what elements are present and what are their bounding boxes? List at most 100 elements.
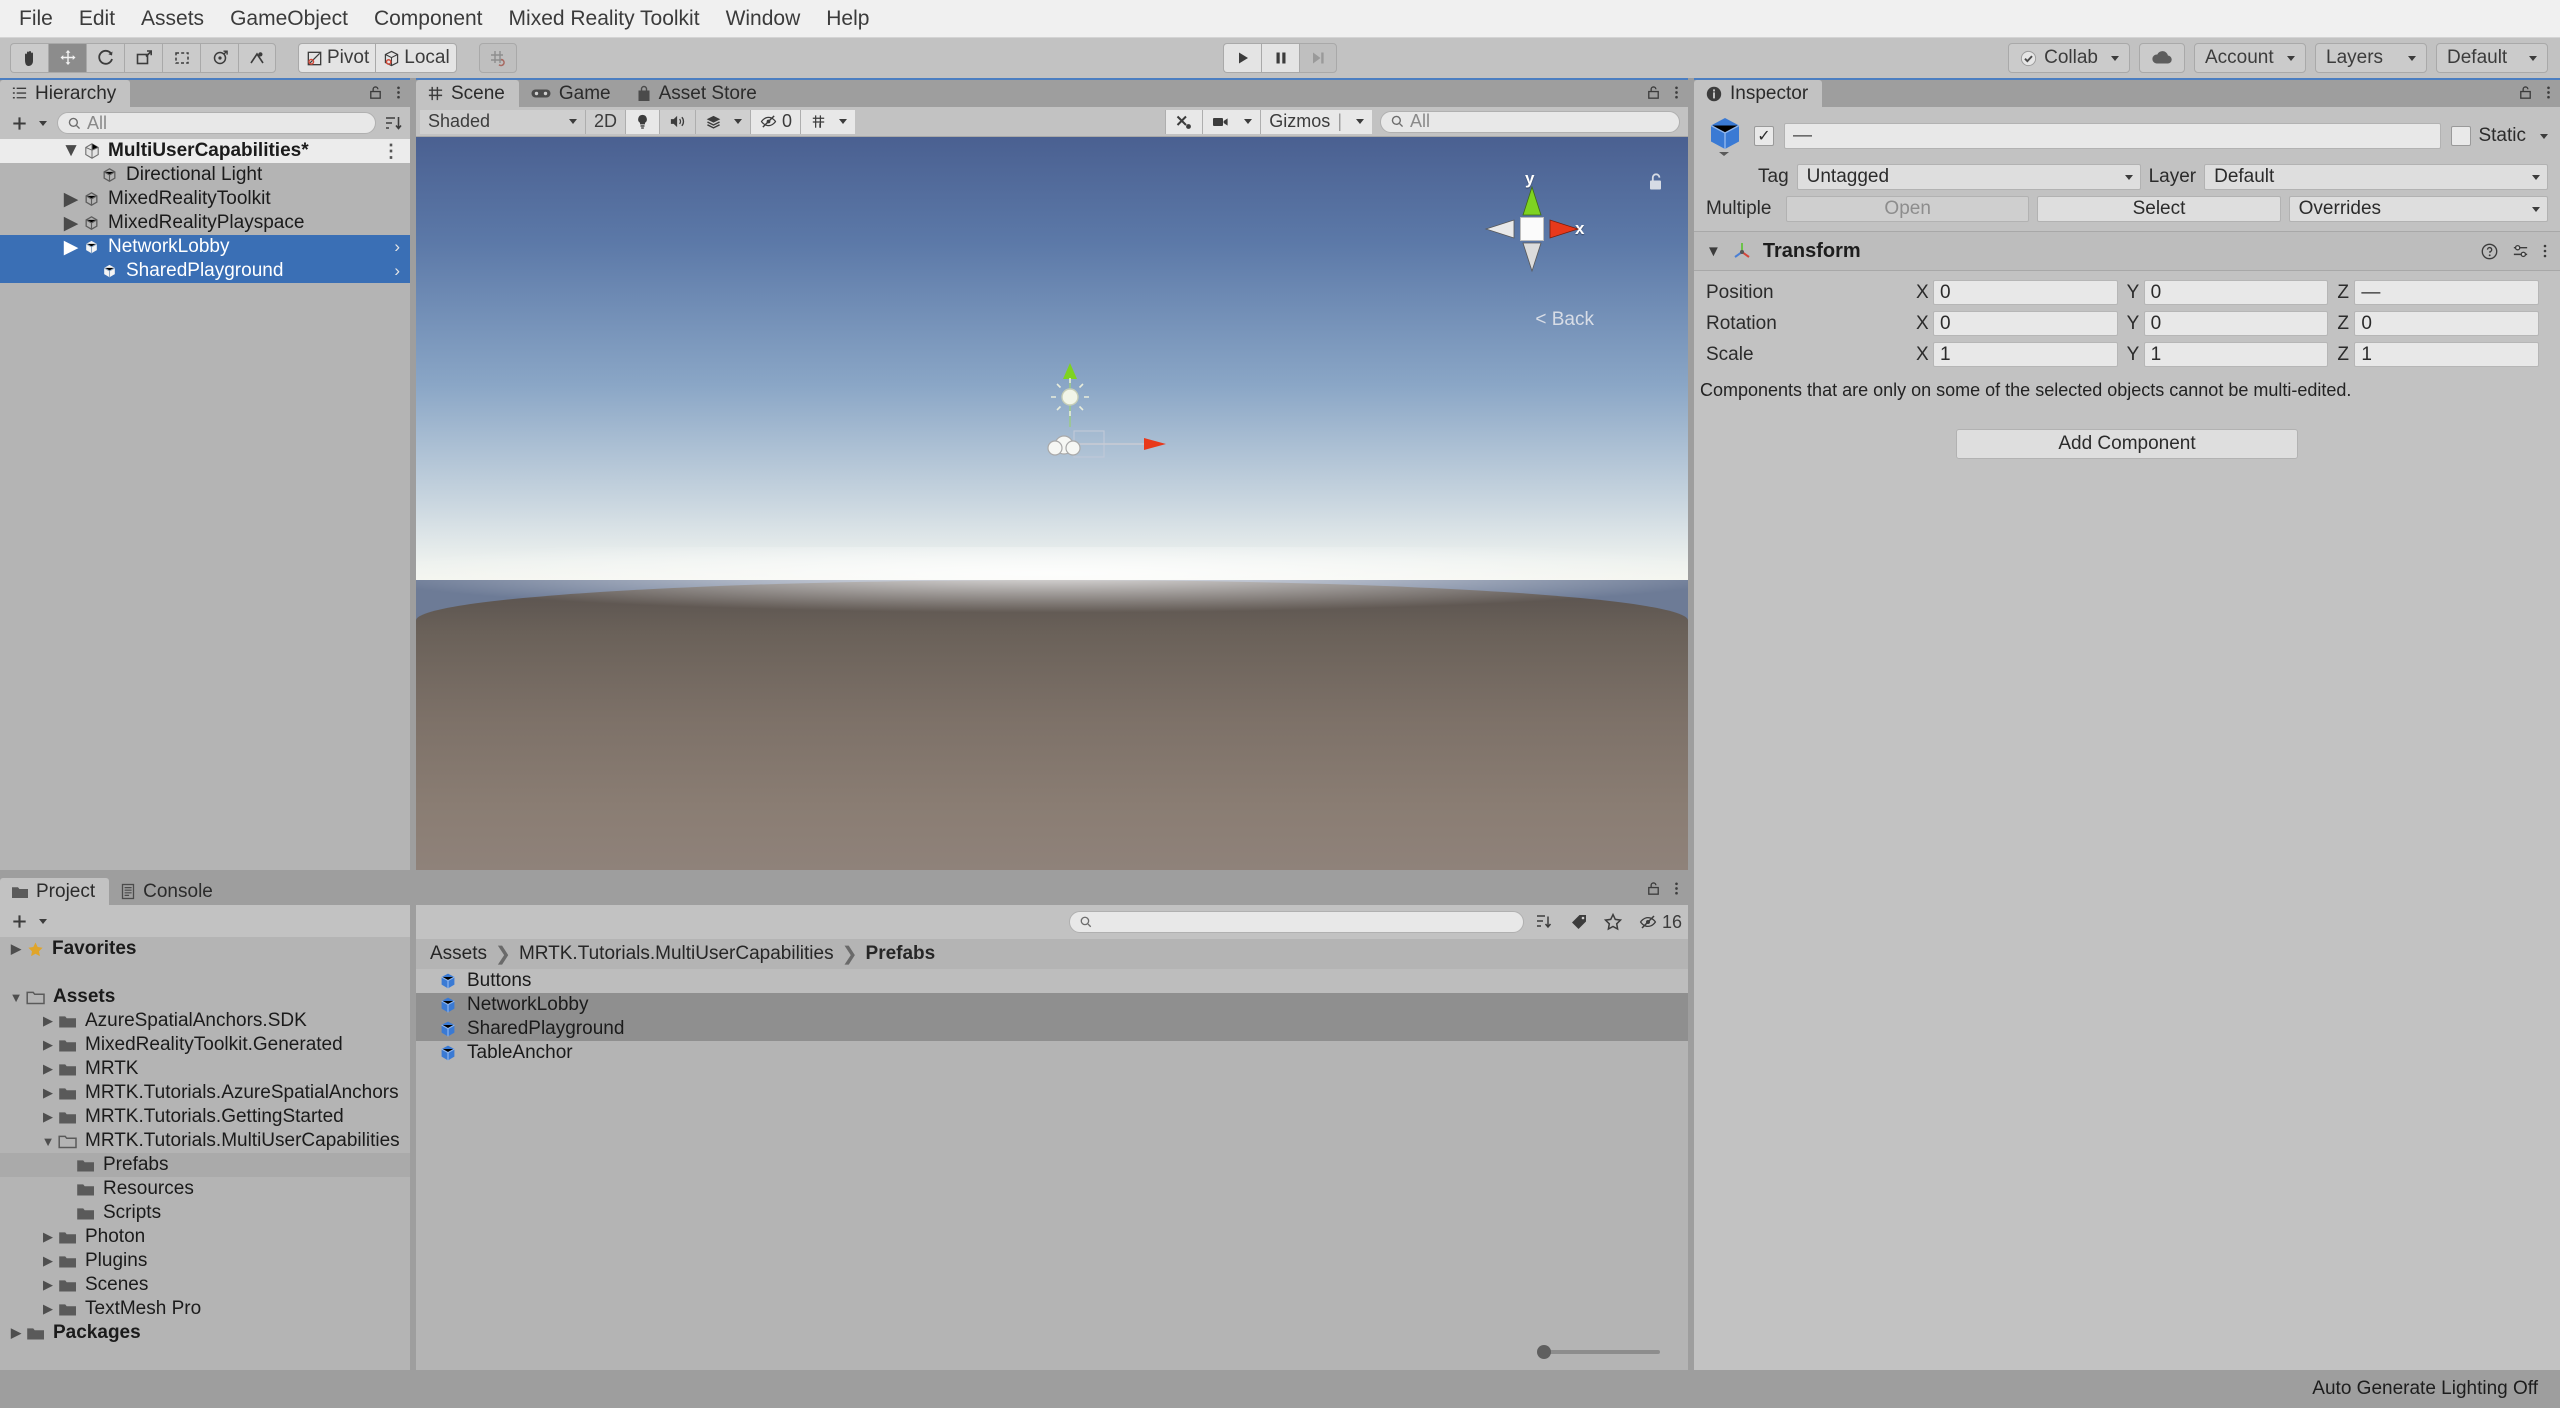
scene-orientation-gizmo[interactable]: y x — [1468, 169, 1596, 293]
overrides-dropdown[interactable]: Overrides — [2288, 196, 2548, 222]
static-checkbox[interactable] — [2451, 126, 2472, 146]
disclosure-expanded-icon[interactable]: ▼ — [38, 1134, 58, 1149]
scene-tools-button[interactable] — [1165, 109, 1203, 134]
disclosure-collapsed-icon[interactable]: ▶ — [38, 1253, 58, 1269]
scene-viewport[interactable]: y x < Back — [416, 137, 1688, 870]
breadcrumb-folder[interactable]: MRTK.Tutorials.MultiUserCapabilities — [519, 943, 834, 965]
menu-help[interactable]: Help — [813, 5, 882, 32]
asset-row-networklobby[interactable]: NetworkLobby — [416, 993, 1688, 1017]
rotation-z-input[interactable]: 0 — [2354, 311, 2540, 336]
tab-project[interactable]: Project — [0, 878, 110, 905]
account-button[interactable]: Account — [2194, 43, 2306, 73]
project-tree-row-assets[interactable]: ▼ Assets — [0, 985, 410, 1009]
gizmo-back-label[interactable]: < Back — [1535, 309, 1594, 331]
disclosure-collapsed-icon[interactable]: ▶ — [38, 1037, 58, 1053]
project-create-button[interactable] — [6, 912, 51, 931]
asset-zoom-slider[interactable] — [1537, 1345, 1660, 1359]
hierarchy-search[interactable] — [57, 112, 376, 134]
hierarchy-search-input[interactable] — [87, 112, 366, 134]
search-by-label-button[interactable] — [1566, 911, 1592, 933]
tag-dropdown[interactable]: Untagged — [1796, 164, 2141, 190]
disclosure-collapsed-icon[interactable]: ▶ — [38, 1229, 58, 1245]
hand-tool-button[interactable] — [10, 43, 48, 73]
lock-icon[interactable] — [2517, 84, 2534, 101]
prefab-enter-chevron-icon[interactable]: › — [394, 261, 400, 281]
project-tree-row-mrtk-tutorials-azurespatialanchors[interactable]: ▶ MRTK.Tutorials.AzureSpatialAnchors — [0, 1081, 410, 1105]
custom-editor-tool-button[interactable] — [238, 43, 276, 73]
help-icon[interactable] — [2480, 242, 2499, 261]
scene-lighting-toggle[interactable] — [625, 109, 660, 134]
scene-visibility-toggle[interactable]: 0 — [750, 109, 801, 134]
menu-component[interactable]: Component — [361, 5, 496, 32]
gizmos-dropdown[interactable]: Gizmos | — [1260, 109, 1372, 134]
project-tree-row-textmesh-pro[interactable]: ▶ TextMesh Pro — [0, 1297, 410, 1321]
gizmo-search-input[interactable] — [1410, 111, 1670, 132]
tab-scene[interactable]: Scene — [416, 80, 519, 107]
project-tree-row-mrtk-tutorials-gettingstarted[interactable]: ▶ MRTK.Tutorials.GettingStarted — [0, 1105, 410, 1129]
project-tree-row-scripts[interactable]: Scripts — [0, 1201, 410, 1225]
scene-audio-toggle[interactable] — [659, 109, 696, 134]
scale-tool-button[interactable] — [124, 43, 162, 73]
scale-y-input[interactable]: 1 — [2143, 342, 2329, 367]
hierarchy-row-mixedrealityplayspace[interactable]: ▶ MixedRealityPlayspace — [0, 211, 410, 235]
breadcrumb-current[interactable]: Prefabs — [866, 943, 936, 965]
disclosure-collapsed-icon[interactable]: ▶ — [62, 236, 80, 259]
disclosure-expanded-icon[interactable]: ▼ — [62, 140, 81, 162]
object-name-field[interactable]: — — [1784, 123, 2442, 149]
slider-knob[interactable] — [1537, 1345, 1551, 1359]
disclosure-collapsed-icon[interactable]: ▶ — [38, 1109, 58, 1125]
tab-asset-store[interactable]: Asset Store — [625, 80, 771, 107]
project-folder-tree[interactable]: ▶ Favorites ▼ Assets ▶ AzureSpatialAncho… — [0, 937, 410, 1370]
hierarchy-row-scene[interactable]: ▼ MultiUserCapabilities* ⋮ — [0, 139, 410, 163]
disclosure-collapsed-icon[interactable]: ▶ — [38, 1013, 58, 1029]
menu-edit[interactable]: Edit — [66, 5, 128, 32]
static-toggle[interactable]: Static — [2451, 125, 2548, 147]
component-kebab-icon[interactable] — [2542, 242, 2548, 260]
position-x-input[interactable]: 0 — [1933, 280, 2118, 305]
hierarchy-row-sharedplayground[interactable]: SharedPlayground › — [0, 259, 410, 283]
play-button[interactable] — [1223, 43, 1261, 73]
menu-gameobject[interactable]: GameObject — [217, 5, 361, 32]
rotate-tool-button[interactable] — [86, 43, 124, 73]
project-tree-row-photon[interactable]: ▶ Photon — [0, 1225, 410, 1249]
hierarchy-create-button[interactable] — [6, 114, 51, 133]
cloud-button[interactable] — [2139, 43, 2185, 73]
position-y-input[interactable]: 0 — [2143, 280, 2329, 305]
lock-icon[interactable] — [1645, 84, 1662, 101]
project-search-input[interactable] — [1097, 912, 1514, 932]
prefab-enter-chevron-icon[interactable]: › — [394, 237, 400, 257]
move-handle-gizmo[interactable] — [1028, 415, 1168, 487]
transform-tool-button[interactable] — [200, 43, 238, 73]
lock-icon[interactable] — [1645, 880, 1662, 897]
tab-hierarchy[interactable]: Hierarchy — [0, 80, 131, 107]
tab-game[interactable]: Game — [519, 80, 625, 107]
object-active-checkbox[interactable]: ✓ — [1754, 126, 1774, 146]
layers-button[interactable]: Layers — [2315, 43, 2427, 73]
select-prefab-button[interactable]: Select — [2037, 196, 2281, 222]
scale-x-input[interactable]: 1 — [1933, 342, 2118, 367]
asset-list[interactable]: Buttons NetworkLobby SharedPlayground Ta… — [416, 969, 1688, 1334]
scene-grid-dropdown[interactable] — [800, 109, 856, 134]
project-tree-row-mrtk[interactable]: ▶ MRTK — [0, 1057, 410, 1081]
hierarchy-row-directional-light[interactable]: Directional Light — [0, 163, 410, 187]
disclosure-collapsed-icon[interactable]: ▶ — [6, 1325, 26, 1341]
scene-kebab-icon[interactable]: ⋮ — [382, 141, 400, 162]
lock-icon[interactable] — [367, 84, 384, 101]
open-prefab-button[interactable]: Open — [1786, 196, 2030, 222]
pivot-mode-button[interactable]: Pivot — [298, 43, 376, 73]
menu-file[interactable]: File — [6, 5, 66, 32]
search-by-type-button[interactable] — [1532, 911, 1558, 933]
scale-z-input[interactable]: 1 — [2354, 342, 2540, 367]
rotation-x-input[interactable]: 0 — [1933, 311, 2118, 336]
pause-button[interactable] — [1261, 43, 1299, 73]
favorite-button[interactable] — [1600, 911, 1626, 933]
layout-button[interactable]: Default — [2436, 43, 2548, 73]
project-tree-row-favorites[interactable]: ▶ Favorites — [0, 937, 410, 961]
move-tool-button[interactable] — [48, 43, 86, 73]
kebab-menu-icon[interactable] — [1673, 84, 1680, 101]
scene-effects-dropdown[interactable] — [695, 109, 751, 134]
draw-mode-dropdown[interactable]: Shaded — [420, 109, 585, 134]
project-tree-row-plugins[interactable]: ▶ Plugins — [0, 1249, 410, 1273]
component-foldout-icon[interactable]: ▼ — [1706, 243, 1721, 260]
layer-dropdown[interactable]: Default — [2204, 164, 2549, 190]
